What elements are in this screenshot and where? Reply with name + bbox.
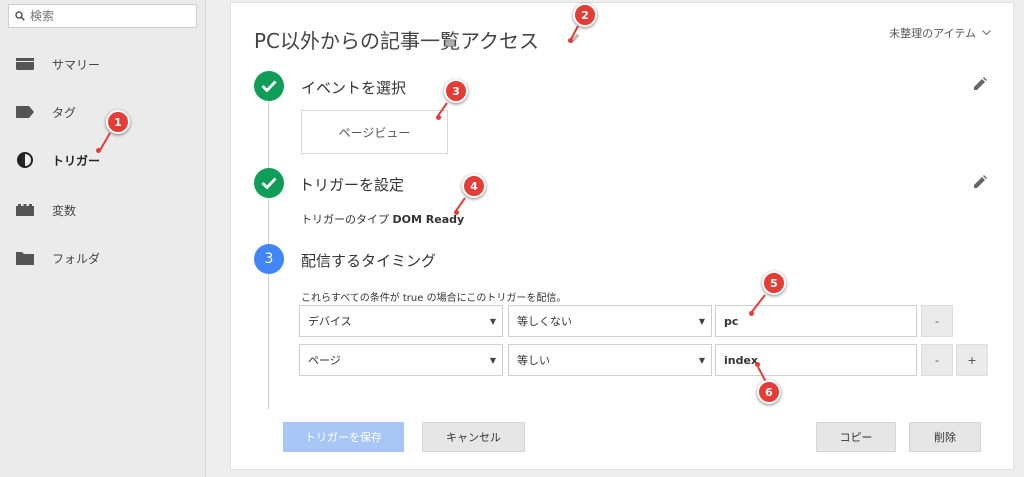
trigger-editor-card: PC以外からの記事一覧アクセス 未整理のアイテム イベントを選択 ページビュー … [230,2,1014,470]
select-value: デバイス [308,315,352,328]
annotation-marker: 3 [444,79,468,103]
dropdown-arrow-icon: ▼ [698,316,705,326]
annotation-marker: 5 [762,271,786,295]
step-event-title: イベントを選択 [301,79,407,97]
condition-variable-select[interactable]: デバイス ▼ [299,305,503,337]
sidebar: サマリー タグ トリガー 変数 フォルダ [0,0,206,477]
annotation-pointer-tip [436,115,441,120]
condition-variable-select[interactable]: ページ ▼ [299,344,503,376]
folder-dropdown[interactable]: 未整理のアイテム [889,25,991,41]
step-number-badge: 3 [254,244,284,274]
condition-value-input[interactable]: index [715,344,917,376]
edit-event-pencil-icon[interactable] [973,77,987,91]
step-complete-check [254,168,284,198]
sidebar-item-variables[interactable]: 変数 [0,188,205,232]
annotation-marker: 4 [462,174,486,198]
annotation-pointer-tip [755,362,760,367]
remove-condition-button[interactable]: - [921,305,953,337]
folder-icon [14,250,36,266]
add-condition-button[interactable]: + [956,344,988,376]
sidebar-item-label: タグ [52,105,77,120]
annotation-pointer-tip [749,311,754,316]
sidebar-item-tags[interactable]: タグ [0,90,205,134]
search-box[interactable] [8,4,197,28]
annotation-pointer-tip [568,38,573,43]
event-type-box[interactable]: ページビュー [301,110,448,154]
condition-description: これらすべての条件が true の場合にこのトリガーを配信。 [301,293,567,304]
annotation-marker: 1 [106,110,130,134]
search-icon [15,11,25,21]
chevron-down-icon [982,30,991,36]
folder-label: 未整理のアイテム [889,27,976,40]
page-title: PC以外からの記事一覧アクセス [254,29,540,53]
annotation-marker: 2 [573,3,597,27]
edit-trigger-pencil-icon[interactable] [973,175,987,189]
check-icon [261,177,277,189]
sidebar-item-label: 変数 [52,203,77,218]
step-trigger-title: トリガーを設定 [299,176,405,194]
check-icon [261,80,277,92]
search-input[interactable] [30,9,180,23]
trigger-type-line: トリガーのタイプ DOM Ready [301,211,464,227]
select-value: 等しくない [517,315,572,328]
cancel-button[interactable]: キャンセル [422,422,525,452]
sidebar-item-label: トリガー [52,153,101,168]
trigger-type-label: トリガーのタイプ [301,213,389,226]
condition-operator-select[interactable]: 等しくない ▼ [508,305,712,337]
sidebar-item-summary[interactable]: サマリー [0,42,205,86]
variables-icon [14,202,36,218]
trigger-icon [14,152,36,168]
copy-button[interactable]: コピー [816,422,896,452]
annotation-marker: 6 [757,380,781,404]
delete-button[interactable]: 削除 [909,422,981,452]
condition-operator-select[interactable]: 等しい ▼ [508,344,712,376]
dropdown-arrow-icon: ▼ [489,355,496,365]
select-value: 等しい [517,354,550,367]
remove-condition-button[interactable]: - [921,344,953,376]
sidebar-item-label: フォルダ [52,251,101,266]
summary-icon [14,56,36,72]
sidebar-item-label: サマリー [52,57,101,72]
select-value: ページ [308,354,341,367]
tag-icon [14,104,36,120]
step-timing-title: 配信するタイミング [301,252,437,270]
save-trigger-button[interactable]: トリガーを保存 [283,422,404,452]
dropdown-arrow-icon: ▼ [698,355,705,365]
dropdown-arrow-icon: ▼ [489,316,496,326]
annotation-pointer-tip [454,210,459,215]
sidebar-item-folders[interactable]: フォルダ [0,236,205,280]
annotation-pointer-tip [96,148,101,153]
trigger-type-value: DOM Ready [392,213,465,226]
condition-value-input[interactable]: pc [715,305,917,337]
step-complete-check [254,71,284,101]
